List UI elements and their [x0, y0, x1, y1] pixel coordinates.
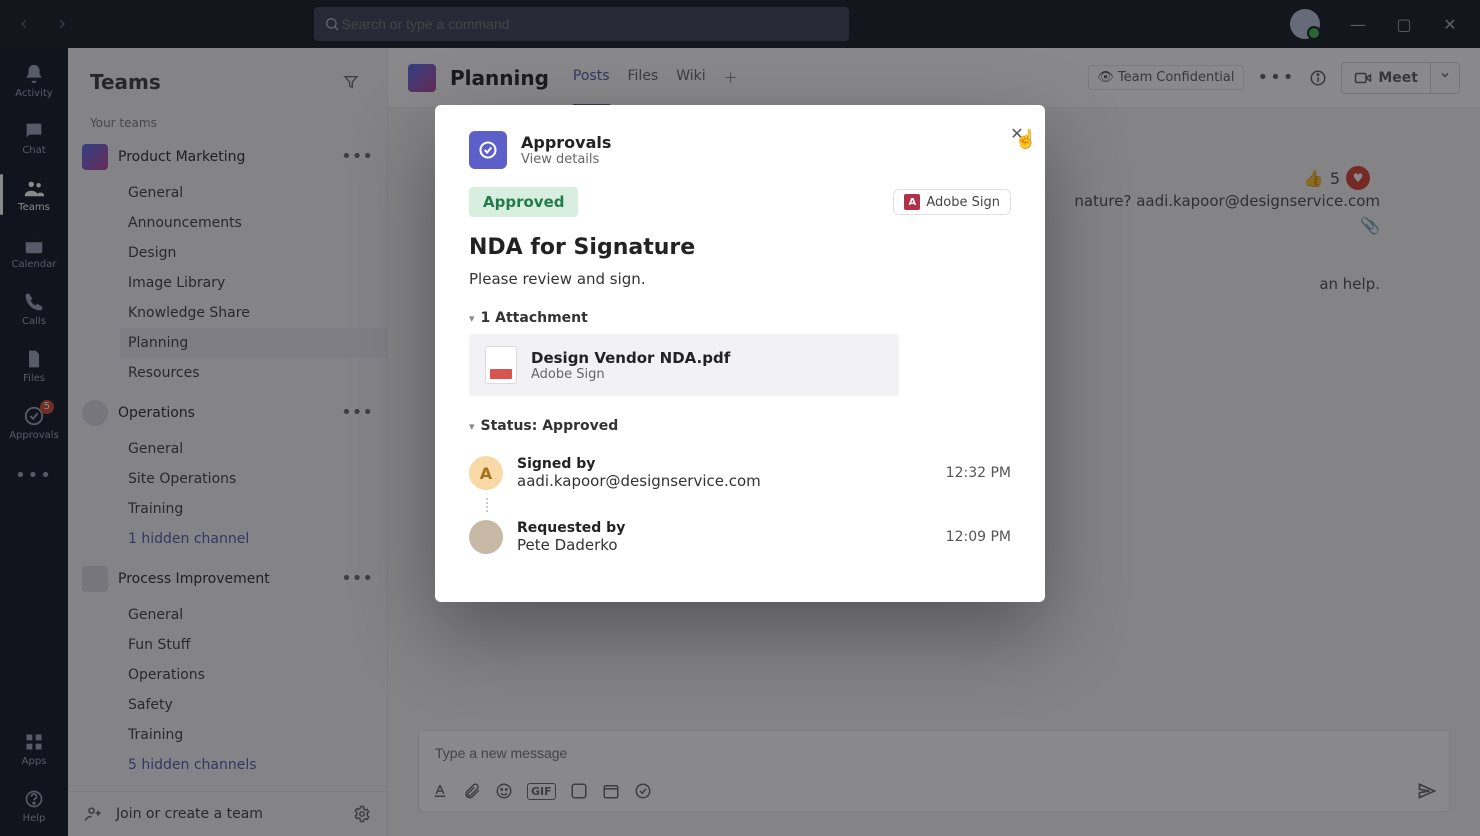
modal-scrim[interactable]: ✕ ☝️ Approvals View details Approved A A…: [0, 0, 1480, 836]
attachments-toggle[interactable]: ▾ 1 Attachment: [469, 310, 1011, 326]
timeline-label: Requested by: [517, 520, 932, 536]
chevron-down-icon: ▾: [469, 312, 475, 325]
approvals-modal: ✕ ☝️ Approvals View details Approved A A…: [435, 105, 1045, 602]
attachment-filename: Design Vendor NDA.pdf: [531, 349, 730, 367]
adobe-label: Adobe Sign: [926, 195, 1000, 210]
status-pill: Approved: [469, 187, 578, 217]
approvals-app-icon: [469, 131, 507, 169]
adobe-sign-chip[interactable]: A Adobe Sign: [893, 189, 1011, 215]
approval-title: NDA for Signature: [469, 235, 1011, 260]
status-toggle[interactable]: ▾ Status: Approved: [469, 418, 1011, 434]
timeline-item-requested: Requested by Pete Daderko 12:09 PM: [469, 512, 1011, 562]
timeline-label: Signed by: [517, 456, 932, 472]
modal-subtitle: View details: [521, 152, 611, 167]
attachment-card[interactable]: Design Vendor NDA.pdf Adobe Sign: [469, 334, 899, 396]
timeline-item-signed: A Signed by aadi.kapoor@designservice.co…: [469, 448, 1011, 498]
timeline-connector: [486, 498, 1011, 512]
status-header: Status: Approved: [481, 418, 619, 434]
attachments-header: 1 Attachment: [481, 310, 588, 326]
pdf-file-icon: [485, 346, 517, 384]
chevron-down-icon: ▾: [469, 420, 475, 433]
timeline-time: 12:09 PM: [946, 529, 1011, 545]
timeline-value: Pete Daderko: [517, 536, 932, 554]
timeline-time: 12:32 PM: [946, 465, 1011, 481]
approval-description: Please review and sign.: [469, 270, 1011, 288]
timeline-value: aadi.kapoor@designservice.com: [517, 472, 932, 490]
adobe-icon: A: [904, 194, 920, 210]
signer-avatar: A: [469, 456, 503, 490]
requester-avatar: [469, 520, 503, 554]
cursor-icon: ☝️: [1015, 129, 1037, 150]
attachment-source: Adobe Sign: [531, 367, 730, 382]
modal-app-name: Approvals: [521, 133, 611, 152]
